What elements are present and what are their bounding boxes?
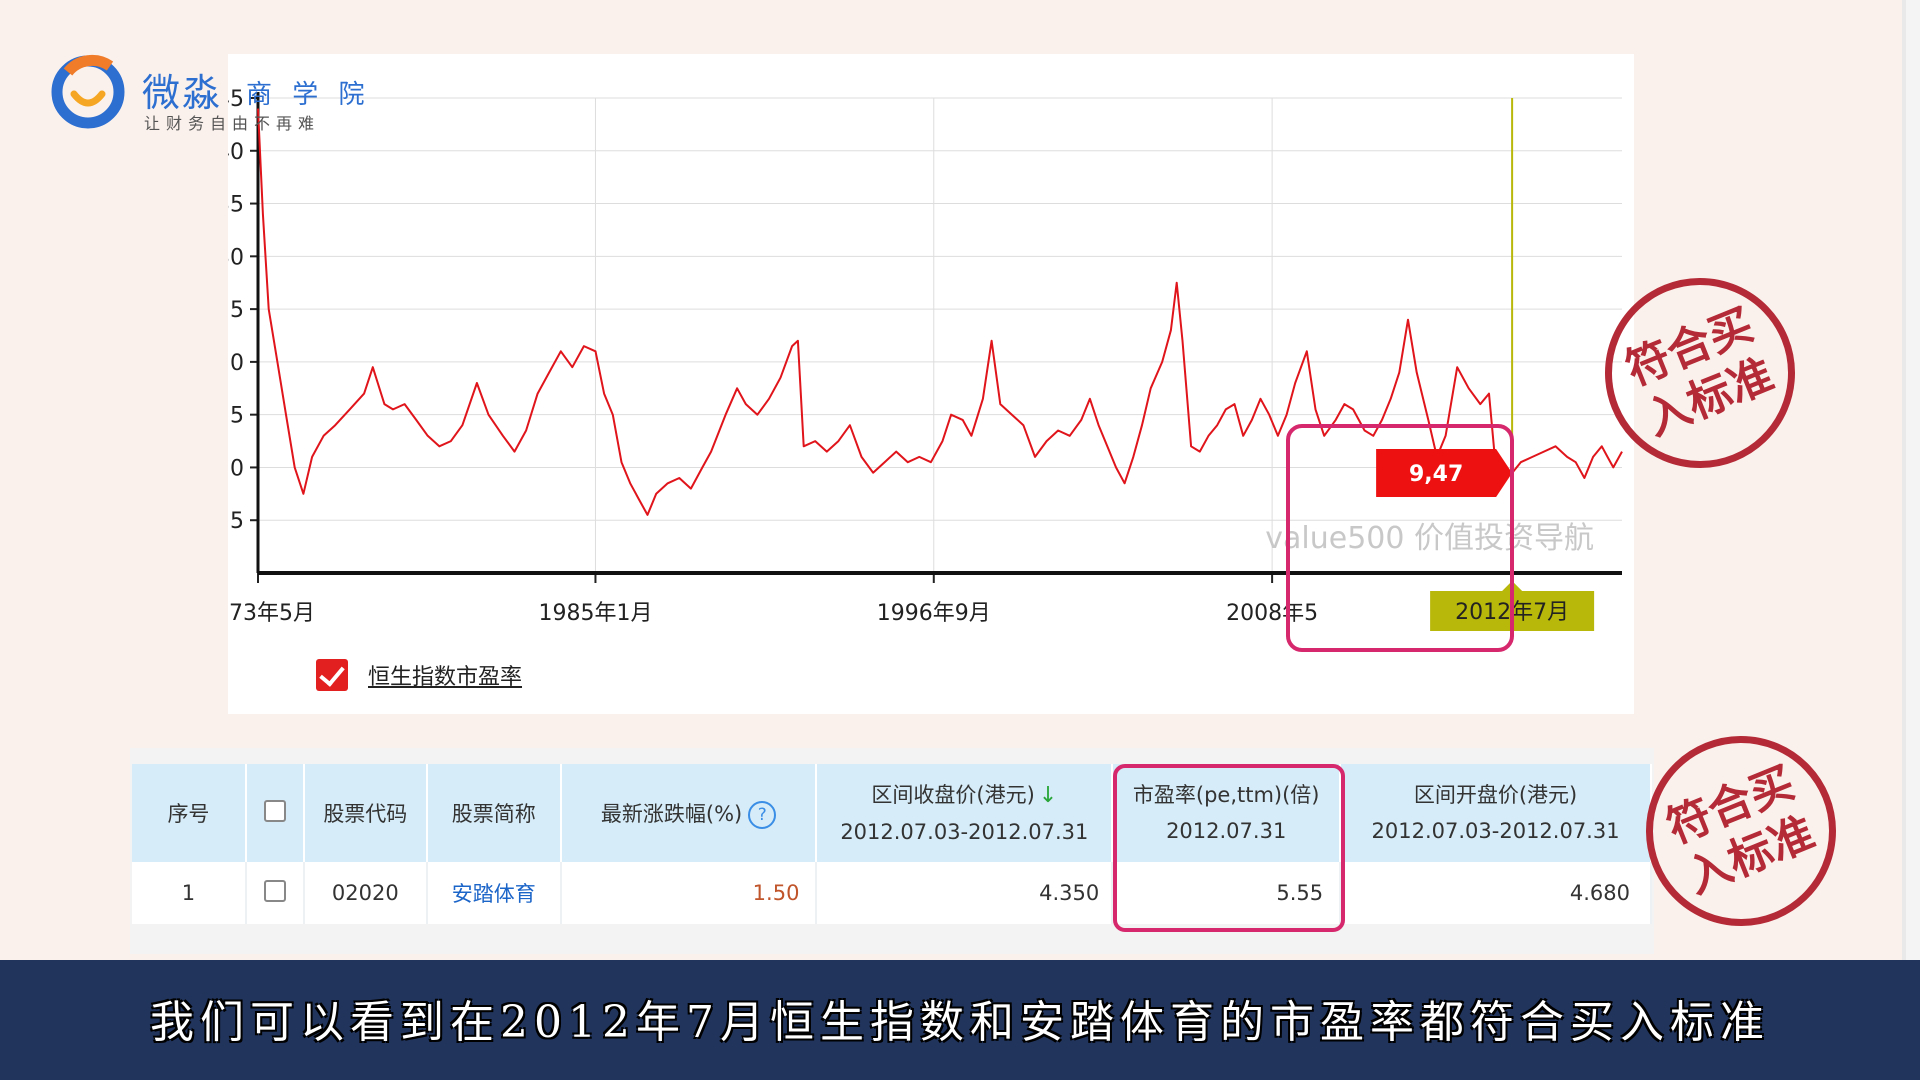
col-header-open-title[interactable]: 区间开盘价(港元) [1414,783,1577,807]
help-icon[interactable]: ? [748,800,777,829]
col-header-name[interactable]: 股票简称 [426,764,562,862]
x-tick-label: 1985年1月 [538,601,652,626]
col-header-close[interactable]: 区间收盘价(港元) ↓ 2012.07.03-2012.07.31 [816,764,1114,862]
cell-select[interactable] [245,862,305,924]
col-header-open-range: 2012.07.03-2012.07.31 [1371,819,1620,843]
select-all-checkbox[interactable] [263,799,286,822]
stock-table: 序号 股票代码 股票简称 最新涨跌幅(%)? 区间收盘价(港元) ↓ 2012.07… [132,764,1652,924]
col-header-index[interactable]: 序号 [132,764,247,862]
cell-close: 4.350 [816,862,1114,924]
pe-line-chart: 510152025303540451973年5月1985年1月1996年9月20… [228,87,1623,652]
subtitle-text: 我们可以看到在2012年7月恒生指数和安踏体育的市盈率都符合买入标准 [150,997,1770,1048]
logo-brand: 微淼 [142,71,223,115]
table-header-row: 序号 股票代码 股票简称 最新涨跌幅(%)? 区间收盘价(港元) ↓ 2012.07… [132,764,1652,862]
logo: 微淼 商 学 院 让财务自由不再难 [50,48,380,138]
logo-brand-suffix: 商 学 院 [246,80,371,110]
table-row: 1 02020 安踏体育 1.50 4.350 5.55 4.680 [132,862,1652,924]
y-tick-label: 30 [228,245,244,270]
y-tick-label: 10 [228,456,244,481]
y-tick-label: 20 [228,351,244,376]
side-strip [1906,0,1920,960]
col-header-change-label[interactable]: 最新涨跌幅(%) [601,802,742,826]
chart-legend[interactable]: 恒生指数市盈率 [316,658,522,692]
y-tick-label: 15 [228,404,244,429]
logo-slogan: 让财务自由不再难 [144,114,321,133]
logo-icon [51,54,125,129]
col-header-change[interactable]: 最新涨跌幅(%)? [560,764,818,862]
stock-table-panel: 序号 股票代码 股票简称 最新涨跌幅(%)? 区间收盘价(港元) ↓ 2012.07… [130,748,1654,954]
x-tick-label: 1973年5月 [228,601,315,626]
y-tick-label: 40 [228,140,244,165]
sort-desc-icon[interactable]: ↓ [1039,783,1057,808]
watermark: value500 价值投资导航 [1265,521,1594,556]
y-tick-label: 5 [230,509,244,534]
x-tick-label: 2008年5 [1226,601,1318,626]
row-checkbox[interactable] [263,879,286,902]
marker-value-label: 9,47 [1409,462,1463,487]
cell-change: 1.50 [560,862,818,924]
cell-index: 1 [132,862,247,924]
y-tick-label: 25 [228,298,244,323]
cell-code: 02020 [303,862,428,924]
y-tick-label: 35 [228,193,244,218]
col-header-select[interactable] [245,764,305,862]
col-header-close-range: 2012.07.03-2012.07.31 [840,819,1089,844]
legend-label[interactable]: 恒生指数市盈率 [368,659,522,691]
stock-name-link[interactable]: 安踏体育 [426,862,562,924]
pe-column-highlight [1113,764,1345,932]
chart-panel: 510152025303540451973年5月1985年1月1996年9月20… [228,54,1634,714]
subtitle-bar: 我们可以看到在2012年7月恒生指数和安踏体育的市盈率都符合买入标准 [0,960,1920,1080]
approval-stamp: 符合买 入标准 [1617,707,1865,955]
col-header-open[interactable]: 区间开盘价(港元) 2012.07.03-2012.07.31 [1340,764,1652,862]
col-header-close-title[interactable]: 区间收盘价(港元) [871,783,1034,807]
x-tick-label: 1996年9月 [877,601,991,626]
cell-open: 4.680 [1340,862,1652,924]
col-header-code[interactable]: 股票代码 [303,764,428,862]
legend-checkbox-checked[interactable] [316,659,348,691]
